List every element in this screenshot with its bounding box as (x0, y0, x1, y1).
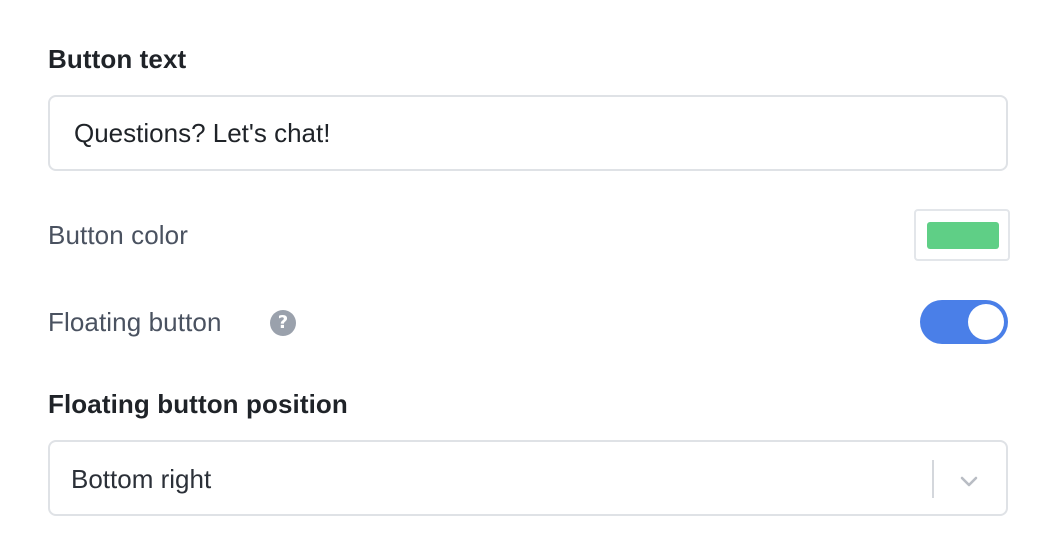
floating-button-label: Floating button (48, 307, 222, 337)
floating-button-toggle[interactable] (920, 300, 1008, 344)
button-text-label: Button text (48, 44, 187, 74)
button-text-input[interactable] (48, 95, 1008, 171)
select-divider (932, 460, 934, 498)
button-color-picker[interactable] (914, 209, 1010, 261)
question-circle-icon[interactable]: ? (270, 310, 296, 336)
toggle-knob (968, 304, 1004, 340)
floating-button-position-label: Floating button position (48, 389, 348, 419)
button-color-label: Button color (48, 220, 188, 250)
selected-position-value: Bottom right (71, 464, 212, 494)
chevron-down-icon[interactable] (956, 468, 982, 494)
floating-button-position-select[interactable]: Bottom right (48, 440, 1008, 516)
color-swatch-fill (927, 222, 999, 249)
